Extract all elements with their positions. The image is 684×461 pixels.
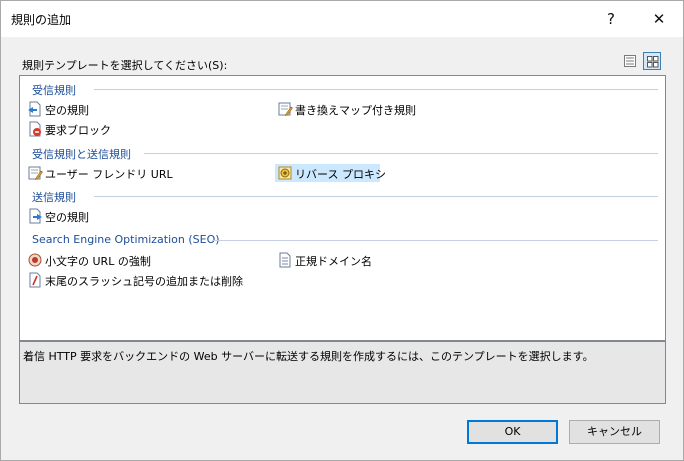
add-rule-dialog: 規則の追加 ? ✕ 規則テンプレートを選択してください(S): 受信規則 空の規…	[0, 0, 684, 461]
trailing-slash-icon	[29, 272, 41, 288]
tile-view-icon	[647, 56, 659, 68]
template-description: 着信 HTTP 要求をバックエンドの Web サーバーに転送する規則を作成するに…	[23, 350, 594, 363]
group-header-inbound: 受信規則	[32, 82, 658, 97]
list-item-blank-outbound-rule[interactable]: 空の規則	[25, 207, 175, 225]
details-view-button[interactable]	[621, 52, 639, 70]
group-header-outbound: 送信規則	[32, 189, 658, 204]
group-title: 受信規則	[32, 84, 76, 97]
list-item-canonical-domain[interactable]: 正規ドメイン名	[275, 251, 395, 269]
ok-button[interactable]: OK	[467, 420, 558, 444]
rewrite-map-icon	[278, 102, 293, 116]
template-prompt-label: 規則テンプレートを選択してください(S):	[22, 59, 228, 72]
group-title: 送信規則	[32, 191, 76, 204]
group-divider	[94, 196, 658, 197]
blank-outbound-rule-icon	[29, 208, 42, 224]
group-title: 受信規則と送信規則	[32, 148, 131, 161]
group-divider	[94, 89, 658, 90]
group-divider	[212, 240, 658, 241]
list-item-request-blocking[interactable]: 要求ブロック	[25, 120, 175, 138]
blank-rule-icon	[28, 101, 41, 117]
list-item-label: 空の規則	[45, 211, 89, 224]
rule-template-list[interactable]: 受信規則 空の規則 書き換えマップ付き規則 要求ブロック 受信規則と送信規則 ユ…	[19, 75, 666, 341]
list-item-label: 空の規則	[45, 104, 89, 117]
list-item-blank-rule[interactable]: 空の規則	[25, 100, 175, 118]
window-title: 規則の追加	[11, 13, 72, 27]
details-view-icon	[624, 55, 636, 67]
close-button[interactable]: ✕	[637, 1, 681, 37]
cancel-button[interactable]: キャンセル	[569, 420, 660, 444]
list-item-label: 正規ドメイン名	[295, 255, 372, 268]
group-header-inbound-outbound: 受信規則と送信規則	[32, 146, 658, 161]
help-button[interactable]: ?	[589, 1, 633, 37]
title-bar: 規則の追加 ? ✕	[1, 1, 683, 37]
list-item-label: ユーザー フレンドリ URL	[45, 168, 173, 181]
list-item-label: 要求ブロック	[45, 124, 111, 137]
group-header-seo: Search Engine Optimization (SEO)	[32, 233, 658, 247]
request-blocking-icon	[29, 121, 41, 137]
list-item-reverse-proxy[interactable]: リバース プロキシ	[275, 164, 386, 182]
list-item-label: 書き換えマップ付き規則	[295, 104, 416, 117]
list-item-trailing-slash[interactable]: 末尾のスラッシュ記号の追加または削除	[25, 271, 265, 289]
group-title: Search Engine Optimization (SEO)	[32, 233, 220, 246]
list-item-label: 小文字の URL の強制	[45, 255, 151, 268]
list-item-rewrite-map-rule[interactable]: 書き換えマップ付き規則	[275, 100, 445, 118]
list-item-lowercase-url[interactable]: 小文字の URL の強制	[25, 251, 195, 269]
reverse-proxy-icon	[278, 166, 292, 180]
lowercase-url-icon	[28, 253, 42, 267]
list-item-user-friendly-url[interactable]: ユーザー フレンドリ URL	[25, 164, 195, 182]
list-item-label: リバース プロキシ	[295, 168, 386, 181]
canonical-domain-icon	[279, 252, 291, 268]
tile-view-button[interactable]	[643, 52, 661, 70]
group-divider	[144, 153, 658, 154]
list-item-label: 末尾のスラッシュ記号の追加または削除	[45, 275, 243, 288]
user-friendly-url-icon	[28, 166, 43, 180]
template-description-panel: 着信 HTTP 要求をバックエンドの Web サーバーに転送する規則を作成するに…	[19, 341, 666, 404]
